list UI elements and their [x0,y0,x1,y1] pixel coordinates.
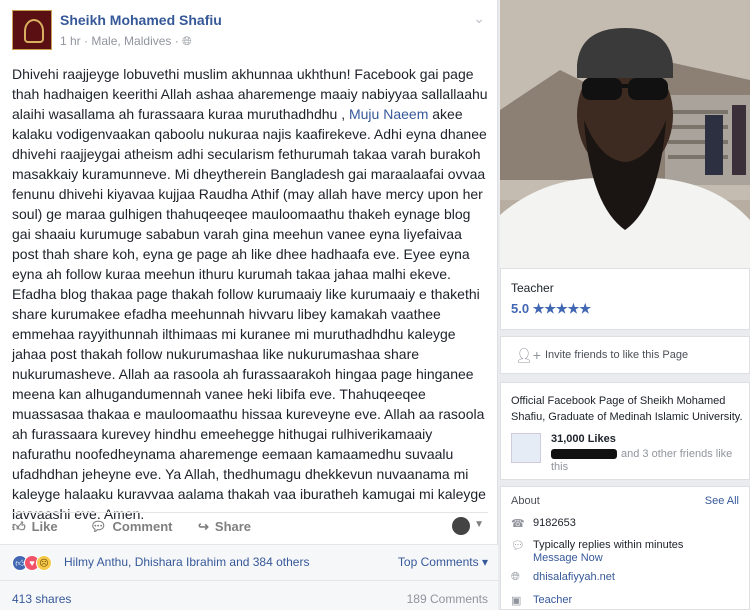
profile-photo-image [500,0,750,268]
comment-button[interactable]: 💬︎ Comment [90,519,172,535]
page-sidebar: Teacher 5.0 ★★★★★ 👤︎+ Invite friends to … [500,0,750,610]
shares-row: 413 shares 189 Comments [0,580,498,610]
post-meta: 1 hr · Male, Maldives · 🌐︎ [60,34,192,49]
about-card: About See All ☎ 9182653 💬︎ Typically rep… [500,486,750,610]
messenger-icon: 💬︎ [511,540,525,552]
like-label: Like [31,519,58,534]
reply-time: Typically replies within minutes [533,539,684,551]
share-icon: ↪ [198,519,209,534]
likes-count[interactable]: 31,000 Likes [551,433,616,445]
globe-icon: 🌐︎ [511,571,520,583]
like-button[interactable]: 👍︎ Like [12,519,58,535]
briefcase-icon: ▣ [511,595,522,607]
phone-icon: ☎ [511,518,525,530]
mention-link[interactable]: Muju Naeem [349,106,428,122]
page-summary-card: Official Facebook Page of Sheikh Mohamed… [500,382,750,480]
comment-label: Comment [112,519,173,534]
comments-count[interactable]: 189 Comments [407,592,488,606]
page-category[interactable]: Teacher [511,281,554,295]
page-description: Official Facebook Page of Sheikh Mohamed… [511,395,743,423]
meta-separator: · [174,34,183,48]
share-label: Share [214,519,252,534]
chevron-down-icon[interactable]: ⌄ [473,10,485,27]
website-link[interactable]: dhisalafiyyah.net [533,571,743,583]
phone-number[interactable]: 9182653 [533,517,743,529]
see-all-link[interactable]: See All [705,495,739,507]
reactions-summary[interactable]: Hilmy Anthu, Dhishara Ibrahim and 384 ot… [64,555,309,569]
top-comments-label: Top Comments [397,555,479,569]
post-location[interactable]: Male, Maldives [91,34,171,48]
friends-like-text[interactable]: and 3 other friends like [621,447,741,461]
invite-card[interactable]: 👤︎+ Invite friends to like this Page [500,336,750,374]
comment-icon: 💬︎ [90,519,107,534]
globe-icon[interactable]: 🌐︎ [182,34,192,48]
category-link[interactable]: Teacher [533,594,743,606]
thumbs-up-icon: 👍︎ [12,519,26,534]
about-heading: About [511,495,540,507]
shares-count[interactable]: 413 shares [12,592,71,606]
post-header: Sheikh Mohamed Shafiu 1 hr · Male, Maldi… [12,10,485,52]
friends-like-suffix: this [551,461,569,473]
sad-reaction-icon: ☹ [36,555,52,571]
invite-text: Invite friends to like this Page [545,349,689,361]
post-action-bar: 👍︎ Like 💬︎ Comment ↪ Share ▼ [12,512,488,542]
category-card: Teacher 5.0 ★★★★★ [500,268,750,330]
profile-photo[interactable] [500,0,750,268]
share-button[interactable]: ↪ Share [198,519,251,535]
page-avatar[interactable] [12,10,52,50]
reactions-row: 👍︎ ♥ ☹ Hilmy Anthu, Dhishara Ibrahim and… [0,544,498,580]
post-as-avatar[interactable] [452,517,470,535]
rating-value: 5.0 [511,301,530,316]
add-friend-icon: 👤︎+ [515,347,541,363]
post-body-text: akee kalaku vodigenvaakan qaboolu nukura… [12,106,487,522]
friends-thumbnail[interactable] [511,433,541,463]
top-comments-dropdown[interactable]: Top Comments ▾ [398,555,488,569]
page-rating[interactable]: 5.0 ★★★★★ [511,301,591,317]
star-icons: ★★★★★ [532,301,591,316]
author-name[interactable]: Sheikh Mohamed Shafiu [60,12,222,28]
post-time[interactable]: 1 hr [60,34,81,48]
caret-down-icon: ▾ [481,555,488,569]
caret-down-icon[interactable]: ▼ [474,519,484,530]
message-now-link[interactable]: Message Now [533,552,743,564]
redacted-name [551,449,617,459]
post-body: Dhivehi raajjeyge lobuvethi muslim akhun… [12,64,490,524]
post-card: Sheikh Mohamed Shafiu 1 hr · Male, Maldi… [0,0,498,610]
